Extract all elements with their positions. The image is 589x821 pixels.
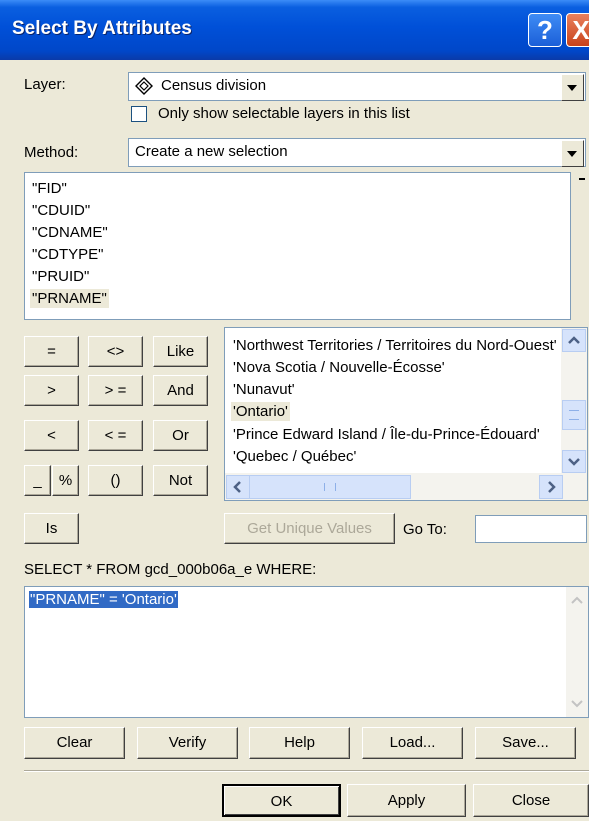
- like-button[interactable]: Like: [153, 336, 208, 367]
- fields-list[interactable]: "FID" "CDUID" "CDNAME" "CDTYPE" "PRUID" …: [24, 172, 571, 320]
- only-selectable-label: Only show selectable layers in this list: [158, 105, 410, 122]
- not-equals-button[interactable]: <>: [88, 336, 143, 367]
- close-title-button[interactable]: X: [566, 13, 589, 47]
- close-button[interactable]: Close: [473, 784, 589, 817]
- list-item[interactable]: "CDTYPE": [32, 246, 104, 263]
- save-button[interactable]: Save...: [475, 727, 576, 759]
- greater-equal-button[interactable]: > =: [88, 375, 143, 406]
- list-item[interactable]: 'Quebec / Québec': [233, 448, 356, 465]
- list-item[interactable]: 'Northwest Territories / Territoires du …: [233, 337, 557, 354]
- sql-expression-text: "PRNAME" = 'Ontario': [29, 591, 178, 608]
- less-than-button[interactable]: <: [24, 420, 79, 451]
- verify-button[interactable]: Verify: [137, 727, 238, 759]
- method-value: Create a new selection: [135, 143, 288, 160]
- list-item[interactable]: "CDUID": [32, 202, 90, 219]
- values-list[interactable]: 'Northwest Territories / Territoires du …: [224, 327, 588, 501]
- underscore-button[interactable]: _: [24, 465, 51, 496]
- is-button[interactable]: Is: [24, 513, 79, 544]
- layer-diamond-icon: [135, 77, 153, 95]
- help-button[interactable]: Help: [249, 727, 350, 759]
- scroll-left-button[interactable]: [226, 475, 250, 499]
- scroll-down-button[interactable]: [562, 450, 586, 473]
- chevron-right-icon: [548, 481, 556, 493]
- goto-input[interactable]: [475, 515, 587, 543]
- layer-value: Census division: [161, 77, 267, 94]
- fields-scroll-marker[interactable]: [576, 172, 588, 184]
- scroll-thumb[interactable]: [562, 400, 586, 430]
- equals-button[interactable]: =: [24, 336, 79, 367]
- load-button[interactable]: Load...: [362, 727, 463, 759]
- parentheses-button[interactable]: (): [88, 465, 143, 496]
- scroll-up-button[interactable]: [562, 329, 586, 352]
- method-label: Method:: [24, 144, 79, 161]
- not-button[interactable]: Not: [153, 465, 208, 496]
- list-item[interactable]: 'Nova Scotia / Nouvelle-Écosse': [233, 359, 445, 376]
- chevron-left-icon: [233, 481, 241, 493]
- get-unique-values-button[interactable]: Get Unique Values: [224, 513, 395, 544]
- apply-button[interactable]: Apply: [347, 784, 466, 817]
- list-item[interactable]: "PRUID": [32, 268, 89, 285]
- layer-dropdown[interactable]: Census division: [128, 72, 586, 101]
- chevron-down-icon: [568, 458, 580, 466]
- clear-button[interactable]: Clear: [24, 727, 125, 759]
- window-title: Select By Attributes: [12, 18, 192, 39]
- goto-label: Go To:: [403, 521, 447, 538]
- percent-button[interactable]: %: [52, 465, 79, 496]
- method-dropdown[interactable]: Create a new selection: [128, 138, 586, 167]
- separator: [24, 770, 589, 772]
- list-item-selected[interactable]: "PRNAME": [30, 289, 109, 308]
- chevron-down-icon: [571, 700, 583, 708]
- values-vertical-scrollbar[interactable]: [561, 328, 587, 473]
- greater-than-button[interactable]: >: [24, 375, 79, 406]
- list-item[interactable]: "CDNAME": [32, 224, 108, 241]
- chevron-down-icon[interactable]: [561, 74, 584, 101]
- chevron-down-icon[interactable]: [561, 140, 584, 167]
- list-item[interactable]: 'Prince Edward Island / Île-du-Prince-Éd…: [233, 426, 540, 443]
- sql-expression-textarea[interactable]: "PRNAME" = 'Ontario': [24, 586, 589, 718]
- layer-label: Layer:: [24, 76, 66, 93]
- values-horizontal-scrollbar[interactable]: [225, 473, 587, 500]
- and-button[interactable]: And: [153, 375, 208, 406]
- list-item-selected[interactable]: 'Ontario': [231, 402, 290, 421]
- chevron-up-icon: [568, 336, 580, 344]
- horizontal-scroll-thumb[interactable]: [249, 475, 411, 499]
- less-equal-button[interactable]: < =: [88, 420, 143, 451]
- list-item[interactable]: 'Nunavut': [233, 381, 295, 398]
- or-button[interactable]: Or: [153, 420, 208, 451]
- chevron-up-icon: [571, 596, 583, 604]
- ok-button[interactable]: OK: [222, 784, 341, 817]
- sql-prefix-label: SELECT * FROM gcd_000b06a_e WHERE:: [24, 561, 317, 578]
- scroll-right-button[interactable]: [539, 475, 563, 499]
- help-title-button[interactable]: ?: [528, 13, 562, 47]
- sql-scrollbar[interactable]: [566, 587, 588, 717]
- list-item[interactable]: "FID": [32, 180, 67, 197]
- only-selectable-checkbox[interactable]: [131, 106, 147, 122]
